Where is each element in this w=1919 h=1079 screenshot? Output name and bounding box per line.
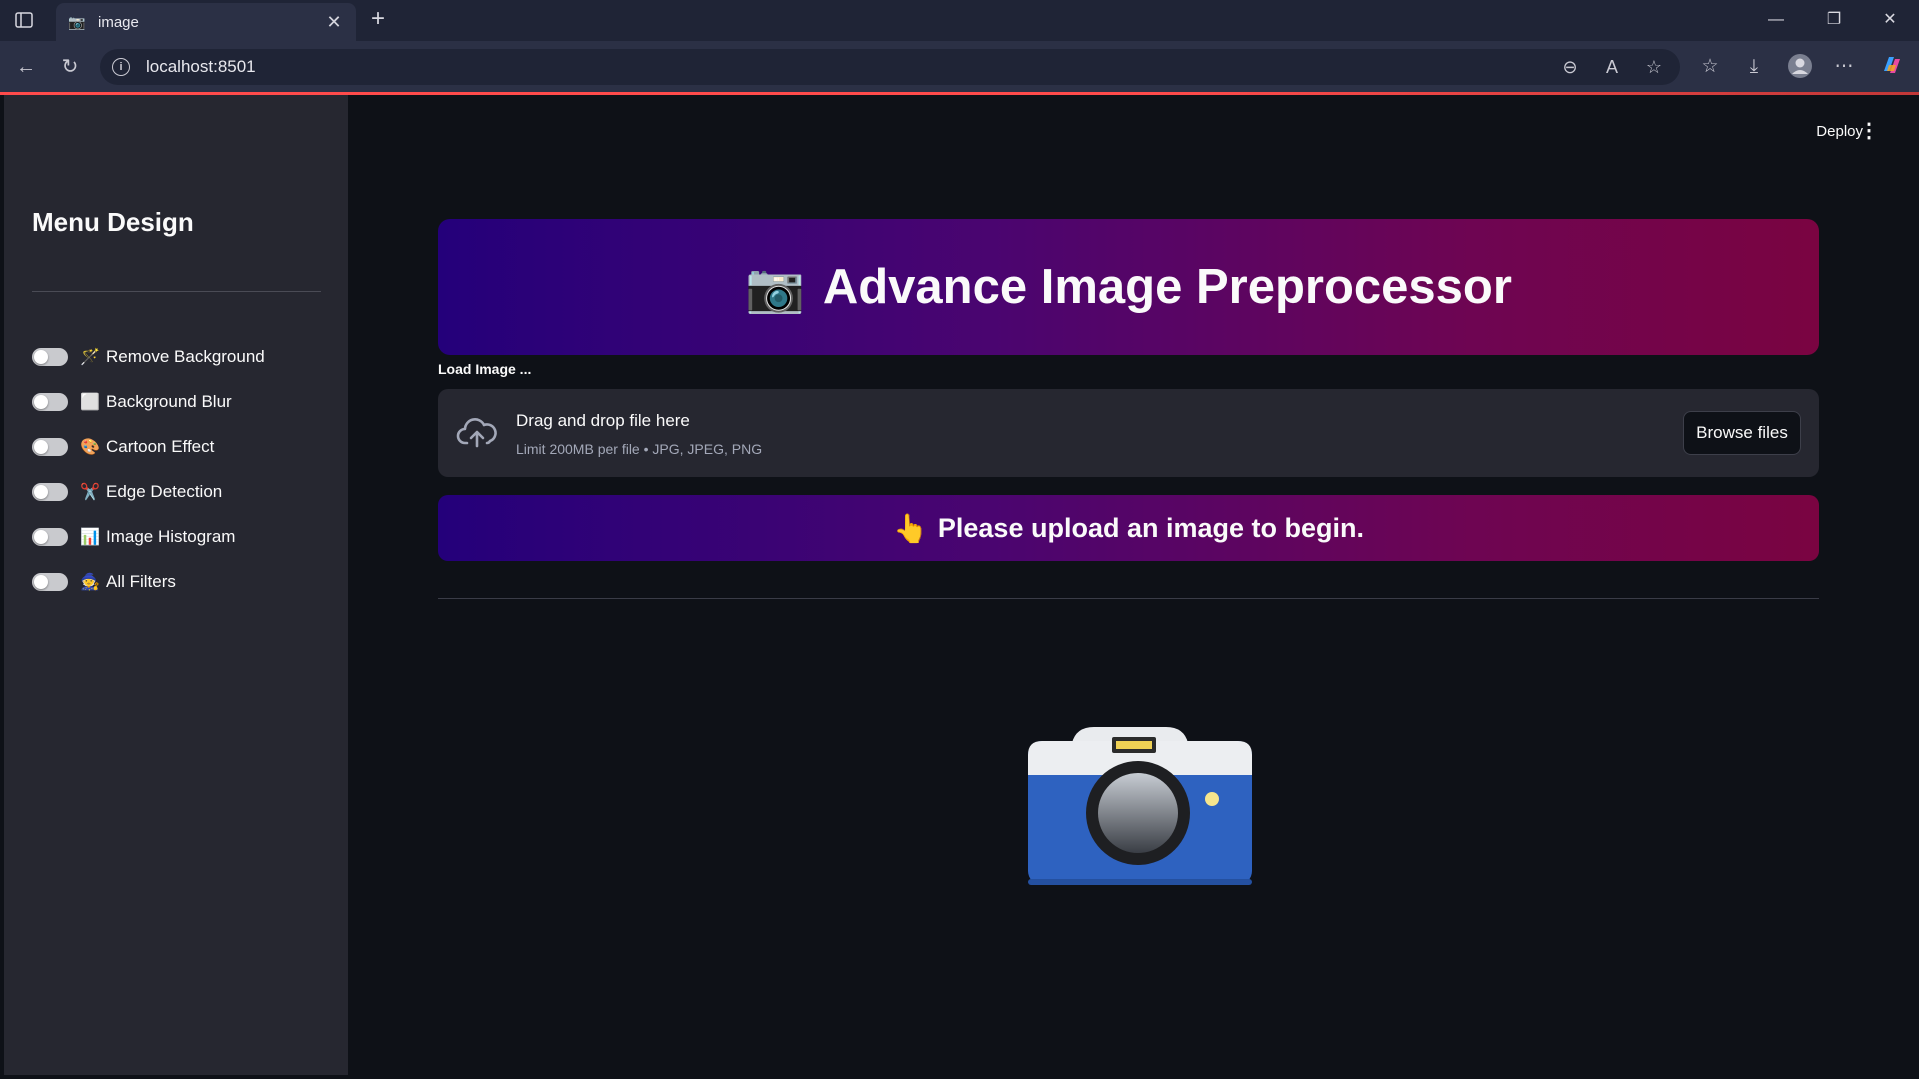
sidebar-divider <box>32 291 321 292</box>
toggle-switch[interactable] <box>32 438 68 456</box>
bar-chart-icon: 📊 <box>80 529 100 546</box>
palette-icon: 🎨 <box>80 439 100 456</box>
uploader-label: Load Image ... <box>438 361 532 377</box>
file-dropzone[interactable]: Drag and drop file here Limit 200MB per … <box>438 389 1819 477</box>
dropzone-title: Drag and drop file here <box>516 411 690 430</box>
restore-icon[interactable]: ❐ <box>1814 6 1854 34</box>
toggle-background-blur[interactable]: ⬜ Background Blur <box>32 387 232 417</box>
toggle-cartoon-effect[interactable]: 🎨 Cartoon Effect <box>32 432 214 462</box>
window-close-icon[interactable]: ✕ <box>1870 6 1910 34</box>
app-container: Menu Design 🪄 Remove Background ⬜ Backgr… <box>4 95 1919 1075</box>
toggle-label: Remove Background <box>106 347 265 366</box>
toggle-label: All Filters <box>106 572 176 591</box>
camera-icon: 📷 <box>68 13 86 30</box>
camera-illustration <box>1014 695 1254 895</box>
toggle-image-histogram[interactable]: 📊 Image Histogram <box>32 522 235 552</box>
page-title: Advance Image Preprocessor <box>822 260 1512 314</box>
profile-avatar[interactable] <box>1786 53 1814 81</box>
toggle-edge-detection[interactable]: ✂️ Edge Detection <box>32 477 222 507</box>
toggle-switch[interactable] <box>32 348 68 366</box>
sidebar: Menu Design 🪄 Remove Background ⬜ Backgr… <box>4 95 348 1075</box>
pointing-up-icon: 👆 <box>893 512 928 544</box>
back-icon[interactable]: ← <box>12 53 40 81</box>
toggle-all-filters[interactable]: 🧙 All Filters <box>32 567 176 597</box>
toggle-switch[interactable] <box>32 483 68 501</box>
info-icon[interactable]: i <box>112 58 130 76</box>
toggle-label: Background Blur <box>106 392 232 411</box>
camera-icon: 📷 <box>745 261 805 315</box>
wizard-icon: 🧙 <box>80 574 100 591</box>
toggle-label: Cartoon Effect <box>106 437 215 456</box>
toggle-switch[interactable] <box>32 393 68 411</box>
minimize-icon[interactable]: — <box>1756 6 1796 34</box>
toggle-switch[interactable] <box>32 573 68 591</box>
refresh-icon[interactable]: ↻ <box>56 53 84 81</box>
scissors-icon: ✂️ <box>80 484 100 501</box>
upload-notice: 👆 Please upload an image to begin. <box>438 495 1819 561</box>
toggle-remove-background[interactable]: 🪄 Remove Background <box>32 342 265 372</box>
toggle-label: Image Histogram <box>106 527 236 546</box>
download-icon[interactable]: ⤓ <box>1740 53 1768 81</box>
address-bar[interactable]: i localhost:8501 ⊖ A ☆ <box>100 49 1680 85</box>
browser-tab-bar: 📷 image ✕ + — ❐ ✕ <box>0 0 1919 41</box>
read-aloud-icon[interactable]: A <box>1600 55 1624 79</box>
white-square-icon: ⬜ <box>80 394 100 411</box>
favorites-icon[interactable]: ☆ <box>1696 53 1724 81</box>
title-banner: 📷 Advance Image Preprocessor <box>438 219 1819 355</box>
sidebar-toggle-icon[interactable] <box>12 9 36 31</box>
deploy-button[interactable]: Deploy <box>1816 123 1863 140</box>
tab-title: image <box>98 13 139 31</box>
url-text[interactable]: localhost:8501 <box>146 57 256 77</box>
browse-files-button[interactable]: Browse files <box>1683 411 1801 455</box>
main-divider <box>438 598 1819 599</box>
star-icon[interactable]: ☆ <box>1642 55 1666 79</box>
toggle-switch[interactable] <box>32 528 68 546</box>
main-menu-icon[interactable]: ⋮ <box>1859 119 1879 143</box>
dropzone-limits: Limit 200MB per file • JPG, JPEG, PNG <box>516 441 763 457</box>
notice-text: Please upload an image to begin. <box>937 512 1364 543</box>
zoom-out-icon[interactable]: ⊖ <box>1558 55 1582 79</box>
sidebar-title: Menu Design <box>32 207 194 237</box>
close-icon[interactable]: ✕ <box>324 12 344 33</box>
magic-wand-icon: 🪄 <box>80 349 100 366</box>
copilot-icon[interactable] <box>1878 53 1906 81</box>
new-tab-icon[interactable]: + <box>364 6 392 34</box>
toggle-label: Edge Detection <box>106 482 223 501</box>
cloud-upload-icon <box>456 415 498 451</box>
address-toolbar: ← ↻ i localhost:8501 ⊖ A ☆ ☆ ⤓ ⋯ <box>0 41 1919 93</box>
more-icon[interactable]: ⋯ <box>1830 53 1858 81</box>
browser-tab[interactable]: 📷 image ✕ <box>56 3 356 41</box>
